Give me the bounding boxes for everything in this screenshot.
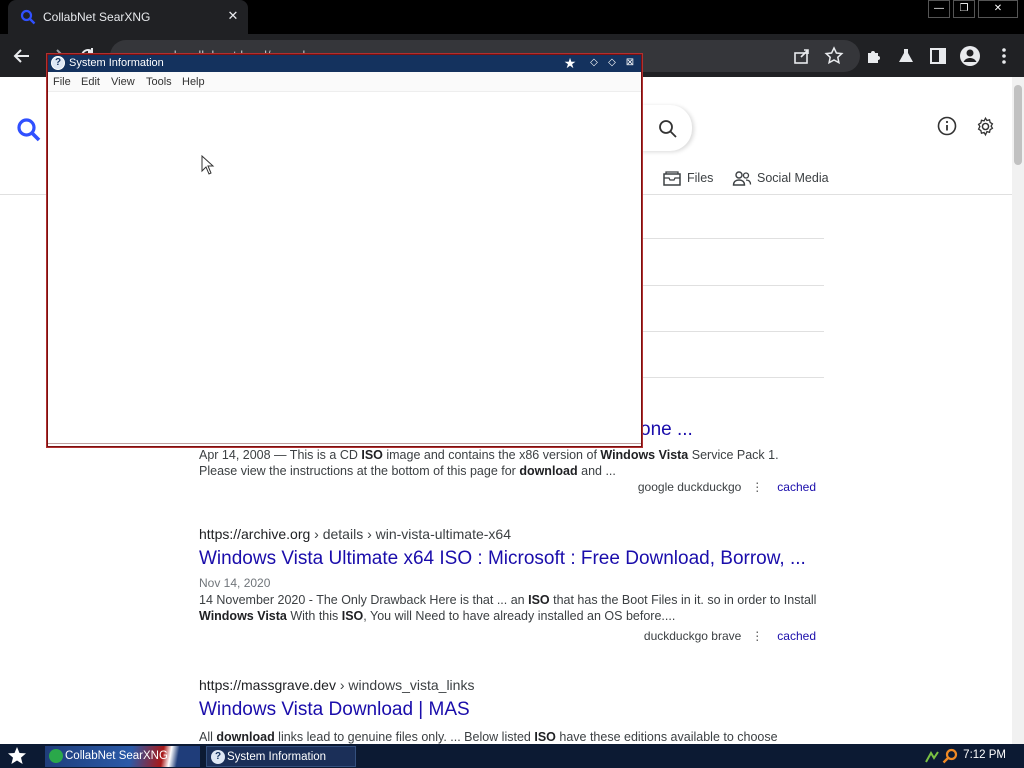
help-question-icon: ? [51, 56, 65, 70]
taskbar-item-sysinfo-label: System Information [227, 751, 327, 763]
restore-icon[interactable]: ❐ [953, 0, 975, 18]
category-tab-files-label: Files [687, 171, 714, 185]
taskbar-item-browser[interactable]: CollabNet SearXNG [45, 746, 200, 767]
info-icon[interactable] [937, 116, 957, 136]
scrollbar-thumb[interactable] [1014, 85, 1022, 165]
help-question-icon: ? [211, 750, 225, 764]
cached-link[interactable]: cached [777, 480, 816, 494]
system-information-window: ? System Information ★ ◇ ◇ ⊠ File Edit V… [47, 54, 642, 447]
search-result: https://archive.org › details › win-vist… [199, 526, 819, 643]
search-tray-icon[interactable] [942, 748, 958, 764]
side-panel-icon[interactable] [926, 44, 950, 68]
mouse-cursor-icon [201, 155, 215, 175]
taskbar-item-browser-label: CollabNet SearXNG [65, 750, 168, 762]
settings-gear-icon[interactable] [975, 116, 996, 137]
browser-tab[interactable]: CollabNet SearXNG ✕ [8, 0, 248, 34]
taskbar: CollabNet SearXNG ? System Information 7… [0, 744, 1024, 768]
result-engine-list: duckduckgo brave [643, 629, 742, 643]
result-date: Nov 14, 2020 [199, 576, 271, 590]
category-tab-social-media-label: Social Media [757, 171, 829, 185]
menu-tools[interactable]: Tools [146, 76, 172, 88]
labs-flask-icon[interactable] [894, 44, 918, 68]
result-snippet: All download links lead to genuine files… [199, 730, 778, 744]
taskbar-item-sysinfo[interactable]: ? System Information [206, 746, 356, 767]
share-icon[interactable] [790, 44, 814, 68]
close-window-icon[interactable]: ✕ [978, 0, 1018, 18]
menu-edit[interactable]: Edit [81, 76, 100, 88]
result-snippet: 14 November 2020 - The Only Drawback Her… [199, 593, 817, 623]
result-title-link[interactable]: Windows Vista Download | MAS [199, 699, 819, 721]
window-star-icon[interactable]: ★ [563, 56, 577, 70]
search-favicon-icon [20, 9, 36, 25]
back-arrow-icon[interactable] [10, 44, 34, 68]
result-engine-list: google duckduckgo [637, 480, 742, 494]
menu-kebab-icon[interactable] [992, 44, 1016, 68]
result-engines: duckduckgo brave ⋮ cached [644, 629, 816, 643]
menu-view[interactable]: View [111, 76, 135, 88]
window-bottom-border [48, 443, 641, 444]
profile-avatar-icon[interactable] [958, 44, 982, 68]
network-tray-icon[interactable] [924, 748, 940, 764]
window-close-icon[interactable]: ⊠ [623, 56, 637, 70]
browser-tab-strip: CollabNet SearXNG ✕ — ❐ ✕ [0, 0, 1024, 34]
menu-file[interactable]: File [53, 76, 71, 88]
searxng-logo-icon[interactable] [16, 117, 42, 143]
tab-close-icon[interactable]: ✕ [225, 8, 241, 24]
result-url[interactable]: https://archive.org › details › win-vist… [199, 526, 819, 542]
window-maximize-icon[interactable]: ◇ [605, 56, 619, 70]
search-submit-button[interactable] [640, 105, 692, 151]
search-icon [659, 120, 677, 138]
window-menubar: File Edit View Tools Help [48, 72, 641, 92]
category-tab-files[interactable]: Files [662, 169, 713, 187]
result-menu-icon[interactable]: ⋮ [751, 629, 763, 643]
page-scrollbar[interactable] [1012, 77, 1024, 744]
bookmark-star-icon[interactable] [822, 44, 846, 68]
minimize-icon[interactable]: — [928, 0, 950, 18]
category-tab-social-media[interactable]: Social Media [732, 169, 829, 187]
window-titlebar[interactable]: ? System Information ★ ◇ ◇ ⊠ [48, 55, 641, 72]
start-star-icon[interactable] [6, 746, 28, 766]
divider [640, 331, 824, 332]
window-title: System Information [69, 57, 164, 69]
files-icon [663, 171, 681, 186]
people-icon [732, 171, 752, 186]
result-menu-icon[interactable]: ⋮ [751, 480, 763, 494]
divider [640, 377, 824, 378]
menu-help[interactable]: Help [182, 76, 205, 88]
cached-link[interactable]: cached [777, 629, 816, 643]
search-result: https://massgrave.dev › windows_vista_li… [199, 677, 819, 744]
divider [640, 238, 824, 239]
chrome-icon [49, 749, 63, 763]
result-title-link[interactable]: Windows Vista Ultimate x64 ISO : Microso… [199, 548, 819, 570]
window-shade-icon[interactable]: ◇ [587, 56, 601, 70]
result-url[interactable]: https://massgrave.dev › windows_vista_li… [199, 677, 819, 693]
result-engines: google duckduckgo ⋮ cached [638, 480, 816, 494]
clock[interactable]: 7:12 PM [963, 749, 1006, 761]
extensions-puzzle-icon[interactable] [862, 44, 886, 68]
tab-title: CollabNet SearXNG [43, 10, 151, 24]
divider [640, 285, 824, 286]
result-snippet: Apr 14, 2008 — This is a CD ISO image an… [199, 448, 779, 478]
